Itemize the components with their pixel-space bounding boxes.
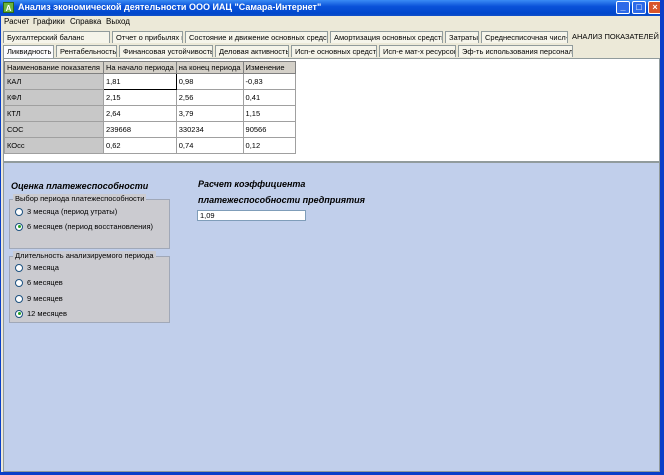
subtab-fixed-assets-use[interactable]: Исп-е основных средств (291, 45, 377, 57)
radio-button-icon (15, 278, 23, 287)
column-header[interactable]: Наименование показателя (4, 61, 104, 74)
table-cell[interactable]: 2,15 (103, 89, 177, 106)
table-cell[interactable]: 2,64 (103, 105, 177, 122)
table-row: КОсс 0,62 0,74 0,12 (4, 137, 296, 154)
radio-button-icon (15, 207, 23, 216)
row-label[interactable]: КАЛ (4, 73, 104, 90)
table-row: КФЛ 2,15 2,56 0,41 (4, 89, 296, 106)
tab-headcount[interactable]: Среднесписочная числ-ть (481, 31, 568, 43)
table-cell[interactable]: 330234 (175, 121, 244, 138)
menu-grafiki[interactable]: Графики (33, 17, 65, 26)
table-cell[interactable]: 1,81 (103, 73, 177, 90)
table-cell[interactable]: 1,15 (242, 105, 296, 122)
tab-costs[interactable]: Затраты (445, 31, 479, 43)
radio-9-months[interactable]: 9 месяцев (15, 294, 63, 303)
column-header[interactable]: На начало периода (103, 61, 177, 74)
restore-period-group: Выбор периода платежеспособности 3 месяц… (9, 194, 170, 249)
radio-button-selected-icon (15, 222, 23, 231)
subtab-financial-stability[interactable]: Финансовая устойчивость (119, 45, 213, 57)
subtab-material-resources[interactable]: Исп-е мат-х ресурсов (379, 45, 456, 57)
subtab-profitability[interactable]: Рентабельность (56, 45, 117, 57)
tab-balance[interactable]: Бухгалтерский баланс (3, 31, 110, 43)
menu-bar: Расчет Графики Справка Выход (0, 16, 664, 28)
app-icon: A (3, 2, 14, 13)
tab-analysis[interactable]: АНАЛИЗ ПОКАЗАТЕЛЕЙ (572, 31, 659, 43)
table-header-row: Наименование показателя На начало период… (4, 61, 296, 74)
sub-tab-row: Ликвидность Рентабельность Финансовая ус… (0, 45, 664, 58)
radio-label: 3 месяца (27, 263, 59, 272)
table-row: КТЛ 2,64 3,79 1,15 (4, 105, 296, 122)
tab-fixed-assets[interactable]: Состояние и движение основных средств (185, 31, 328, 43)
radio-3-months[interactable]: 3 месяца (15, 263, 59, 272)
table-cell[interactable]: 0,98 (175, 73, 244, 90)
solvency-heading: Оценка платежеспособности (11, 181, 149, 191)
menu-spravka[interactable]: Справка (70, 17, 101, 26)
menu-raschet[interactable]: Расчет (4, 17, 29, 26)
radio-label: 3 месяца (период утраты) (27, 207, 118, 216)
tab-depreciation[interactable]: Амортизация основных средств (330, 31, 443, 43)
radio-label: 6 месяцев (период восстановления) (27, 222, 154, 231)
table-row: КАЛ 1,81 0,98 -0,83 (4, 73, 296, 90)
table-row: СОС 239668 330234 90566 (4, 121, 296, 138)
table-cell[interactable]: -0,83 (242, 73, 296, 90)
window-frame-right (660, 0, 664, 475)
subtab-business-activity[interactable]: Деловая активность (215, 45, 289, 57)
radio-button-icon (15, 263, 23, 272)
window-frame-left (0, 16, 1, 475)
group-title: Длительность анализируемого периода (13, 251, 156, 260)
table-cell[interactable]: 239668 (103, 121, 177, 138)
radio-button-icon (15, 294, 23, 303)
title-bar[interactable]: A Анализ экономической деятельности ООО … (0, 0, 664, 16)
analysis-period-group: Длительность анализируемого периода 3 ме… (9, 251, 170, 323)
row-label[interactable]: КТЛ (4, 105, 104, 122)
table-cell[interactable]: 0,12 (242, 137, 296, 154)
coefficient-heading-line1: Расчет коэффициента (198, 179, 306, 189)
subtab-personnel-efficiency[interactable]: Эф-ть использования персонала (458, 45, 573, 57)
radio-3-months-loss[interactable]: 3 месяца (период утраты) (15, 207, 117, 216)
column-header[interactable]: Изменение (242, 61, 296, 74)
row-label[interactable]: КФЛ (4, 89, 104, 106)
table-cell[interactable]: 3,79 (175, 105, 244, 122)
table-cell[interactable]: 0,74 (175, 137, 244, 154)
tab-profit-loss[interactable]: Отчет о прибылях и убытках (112, 31, 183, 43)
minimize-button[interactable]: _ (616, 1, 630, 14)
maximize-button[interactable]: □ (632, 1, 646, 14)
coefficient-heading-line2: платежеспособности предприятия (198, 195, 365, 205)
liquidity-table: Наименование показателя На начало период… (4, 61, 296, 154)
radio-6-months-restore[interactable]: 6 месяцев (период восстановления) (15, 222, 153, 231)
window-title: Анализ экономической деятельности ООО ИА… (18, 2, 322, 12)
group-title: Выбор периода платежеспособности (13, 194, 147, 203)
menu-vyhod[interactable]: Выход (106, 17, 130, 26)
radio-button-selected-icon (15, 309, 23, 318)
row-label[interactable]: КОсс (4, 137, 104, 154)
subtab-liquidity[interactable]: Ликвидность (3, 45, 54, 58)
radio-12-months[interactable]: 12 месяцев (15, 309, 67, 318)
row-label[interactable]: СОС (4, 121, 104, 138)
radio-label: 12 месяцев (27, 309, 67, 318)
table-cell[interactable]: 2,56 (175, 89, 244, 106)
table-cell[interactable]: 0,62 (103, 137, 177, 154)
main-tab-row: Бухгалтерский баланс Отчет о прибылях и … (0, 31, 664, 44)
column-header[interactable]: на конец периода (175, 61, 244, 74)
radio-6-months[interactable]: 6 месяцев (15, 278, 63, 287)
solvency-coefficient-field[interactable]: 1,09 (197, 210, 306, 221)
application-window: A Анализ экономической деятельности ООО … (0, 0, 664, 475)
table-cell[interactable]: 90566 (242, 121, 296, 138)
radio-label: 9 месяцев (27, 294, 63, 303)
table-cell[interactable]: 0,41 (242, 89, 296, 106)
radio-label: 6 месяцев (27, 278, 63, 287)
